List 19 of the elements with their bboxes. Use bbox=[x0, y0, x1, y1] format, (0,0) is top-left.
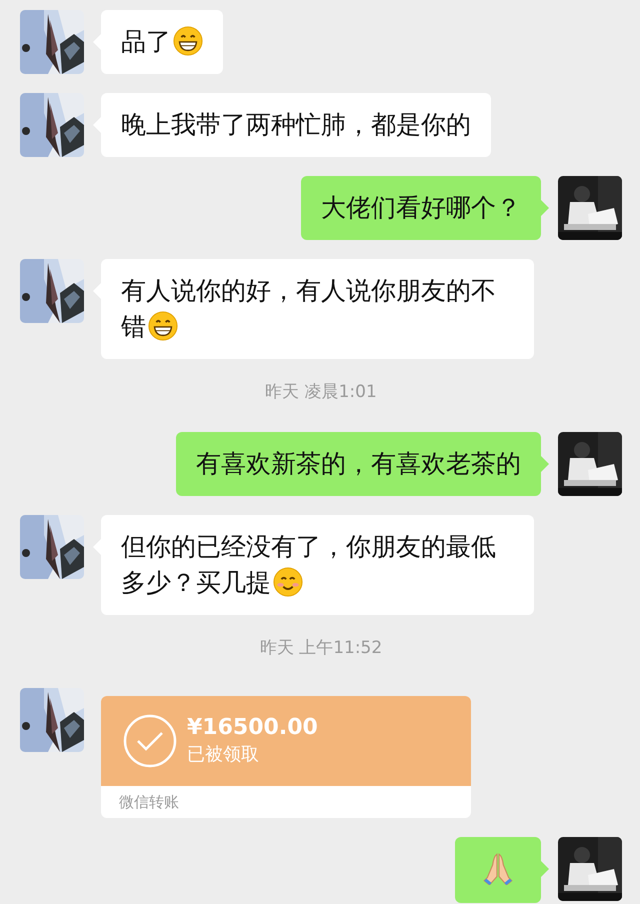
smiling-face-icon bbox=[273, 567, 303, 597]
grinning-face-icon bbox=[148, 311, 178, 341]
transfer-amount: ¥16500.00 bbox=[187, 714, 318, 742]
message-bubble: 有喜欢新茶的，有喜欢老茶的 bbox=[176, 432, 541, 496]
transfer-status: 已被领取 bbox=[187, 743, 260, 767]
timestamp: 昨天 凌晨1:01 bbox=[265, 381, 377, 403]
folded-hands-icon bbox=[481, 851, 515, 885]
message-bubble: 但你的已经没有了，你朋友的最低多少？买几提 bbox=[101, 515, 534, 615]
transfer-label: 微信转账 bbox=[119, 792, 179, 812]
message-bubble: 有人说你的好，有人说你朋友的不错 bbox=[101, 259, 534, 359]
message-bubble: 晚上我带了两种忙肺，都是你的 bbox=[101, 93, 491, 157]
message-bubble: 大佬们看好哪个？ bbox=[301, 176, 541, 240]
grinning-face-icon bbox=[173, 26, 203, 56]
message-bubble: 品了 bbox=[101, 10, 223, 74]
bubble-tail bbox=[541, 200, 549, 216]
check-circle-icon bbox=[123, 714, 177, 768]
timestamp: 昨天 上午11:52 bbox=[260, 637, 382, 659]
transfer-card[interactable]: ¥16500.00 已被领取 微信转账 bbox=[101, 696, 471, 818]
bubble-tail bbox=[541, 456, 549, 472]
